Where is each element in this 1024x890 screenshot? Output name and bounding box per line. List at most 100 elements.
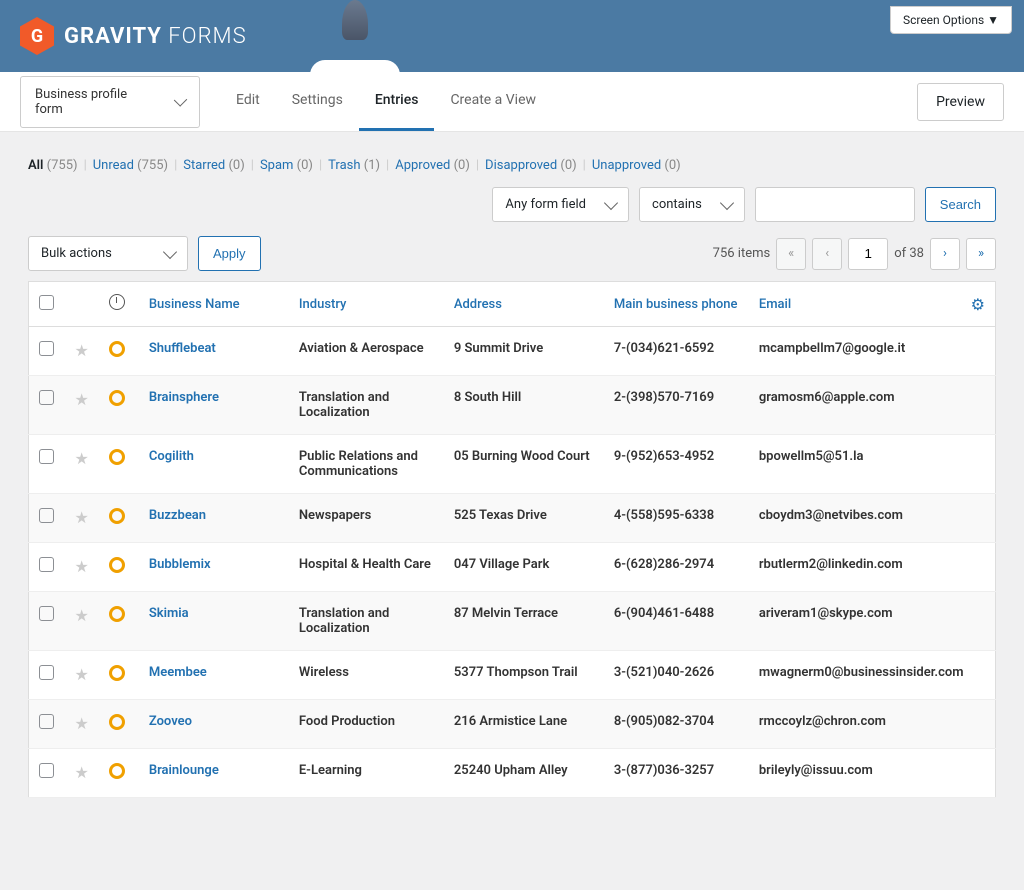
address-cell: 25240 Upham Alley — [444, 749, 604, 798]
star-icon[interactable]: ★ — [75, 449, 89, 468]
phone-cell: 9-(952)653-4952 — [604, 435, 749, 494]
next-page-button[interactable]: › — [930, 238, 960, 270]
col-industry[interactable]: Industry — [289, 282, 444, 327]
col-email[interactable]: Email — [749, 282, 961, 327]
business-name-link[interactable]: Meembee — [139, 651, 289, 700]
filter-spam[interactable]: Spam — [260, 158, 294, 173]
filter-all[interactable]: All — [28, 158, 43, 173]
star-icon[interactable]: ★ — [75, 390, 89, 409]
business-name-link[interactable]: Zooveo — [139, 700, 289, 749]
logo-badge-icon: G — [20, 17, 54, 55]
star-icon[interactable]: ★ — [75, 508, 89, 527]
row-checkbox[interactable] — [39, 557, 54, 572]
chevron-down-icon — [174, 93, 188, 107]
row-checkbox[interactable] — [39, 606, 54, 621]
row-checkbox[interactable] — [39, 449, 54, 464]
approval-status-icon[interactable] — [109, 606, 125, 622]
address-cell: 216 Armistice Lane — [444, 700, 604, 749]
status-column — [99, 282, 139, 327]
first-page-button[interactable]: « — [776, 238, 806, 270]
address-cell: 525 Texas Drive — [444, 494, 604, 543]
approval-status-icon[interactable] — [109, 557, 125, 573]
address-cell: 8 South Hill — [444, 376, 604, 435]
status-filters: All (755) | Unread (755) | Starred (0) |… — [28, 158, 996, 173]
logo-text: GRAVITY FORMS — [64, 24, 247, 49]
filter-count: (755) — [43, 158, 77, 173]
approval-status-icon[interactable] — [109, 763, 125, 779]
row-checkbox[interactable] — [39, 763, 54, 778]
filter-unapproved[interactable]: Unapproved — [592, 158, 661, 173]
search-input[interactable] — [755, 187, 915, 222]
bulk-actions-select[interactable]: Bulk actions — [28, 236, 188, 271]
row-checkbox[interactable] — [39, 390, 54, 405]
row-checkbox[interactable] — [39, 508, 54, 523]
business-name-link[interactable]: Buzzbean — [139, 494, 289, 543]
preview-button[interactable]: Preview — [917, 83, 1004, 121]
filter-count: (0) — [450, 158, 470, 173]
business-name-link[interactable]: Shufflebeat — [139, 327, 289, 376]
star-icon[interactable]: ★ — [75, 341, 89, 360]
prev-page-button[interactable]: ‹ — [812, 238, 842, 270]
search-operator-select[interactable]: contains — [639, 187, 745, 222]
approval-status-icon[interactable] — [109, 508, 125, 524]
filter-disapproved[interactable]: Disapproved — [485, 158, 557, 173]
business-name-link[interactable]: Brainlounge — [139, 749, 289, 798]
address-cell: 047 Village Park — [444, 543, 604, 592]
email-cell: rbutlerm2@linkedin.com — [749, 543, 996, 592]
star-column — [65, 282, 99, 327]
email-cell: gramosm6@apple.com — [749, 376, 996, 435]
phone-cell: 6-(904)461-6488 — [604, 592, 749, 651]
approval-status-icon[interactable] — [109, 449, 125, 465]
rocket-decoration — [310, 0, 400, 85]
row-checkbox[interactable] — [39, 714, 54, 729]
table-row: ★ BrainsphereTranslation and Localization… — [29, 376, 996, 435]
filter-trash[interactable]: Trash — [328, 158, 360, 173]
filter-approved[interactable]: Approved — [395, 158, 450, 173]
col-phone[interactable]: Main business phone — [604, 282, 749, 327]
tab-edit[interactable]: Edit — [220, 72, 276, 131]
col-address[interactable]: Address — [444, 282, 604, 327]
filter-starred[interactable]: Starred — [183, 158, 225, 173]
form-selector-dropdown[interactable]: Business profile form — [20, 76, 200, 128]
industry-cell: Public Relations and Communications — [289, 435, 444, 494]
address-cell: 5377 Thompson Trail — [444, 651, 604, 700]
col-business-name[interactable]: Business Name — [139, 282, 289, 327]
email-cell: brileyly@issuu.com — [749, 749, 996, 798]
business-name-link[interactable]: Bubblemix — [139, 543, 289, 592]
search-field-select[interactable]: Any form field — [492, 187, 629, 222]
business-name-link[interactable]: Brainsphere — [139, 376, 289, 435]
approval-status-icon[interactable] — [109, 341, 125, 357]
header-bar: G GRAVITY FORMS Screen Options ▼ — [0, 0, 1024, 72]
industry-cell: Translation and Localization — [289, 376, 444, 435]
tabs-row: Business profile form Edit Settings Entr… — [0, 72, 1024, 132]
industry-cell: Hospital & Health Care — [289, 543, 444, 592]
screen-options-button[interactable]: Screen Options ▼ — [890, 6, 1012, 34]
email-cell: rmccoylz@chron.com — [749, 700, 996, 749]
row-checkbox[interactable] — [39, 341, 54, 356]
star-icon[interactable]: ★ — [75, 665, 89, 684]
business-name-link[interactable]: Skimia — [139, 592, 289, 651]
gear-icon[interactable]: ⚙ — [971, 295, 985, 314]
phone-cell: 6-(628)286-2974 — [604, 543, 749, 592]
approval-status-icon[interactable] — [109, 390, 125, 406]
filter-unread[interactable]: Unread — [93, 158, 134, 173]
select-all-checkbox[interactable] — [39, 295, 54, 310]
row-checkbox[interactable] — [39, 665, 54, 680]
page-input[interactable] — [848, 238, 888, 270]
star-icon[interactable]: ★ — [75, 606, 89, 625]
industry-cell: E-Learning — [289, 749, 444, 798]
search-button[interactable]: Search — [925, 187, 996, 222]
apply-button[interactable]: Apply — [198, 236, 261, 271]
industry-cell: Food Production — [289, 700, 444, 749]
approval-status-icon[interactable] — [109, 714, 125, 730]
last-page-button[interactable]: » — [966, 238, 996, 270]
address-cell: 05 Burning Wood Court — [444, 435, 604, 494]
business-name-link[interactable]: Cogilith — [139, 435, 289, 494]
star-icon[interactable]: ★ — [75, 557, 89, 576]
star-icon[interactable]: ★ — [75, 763, 89, 782]
star-icon[interactable]: ★ — [75, 714, 89, 733]
tab-create-view[interactable]: Create a View — [434, 72, 552, 131]
entries-table: Business Name Industry Address Main busi… — [28, 281, 996, 798]
approval-status-icon[interactable] — [109, 665, 125, 681]
phone-cell: 4-(558)595-6338 — [604, 494, 749, 543]
